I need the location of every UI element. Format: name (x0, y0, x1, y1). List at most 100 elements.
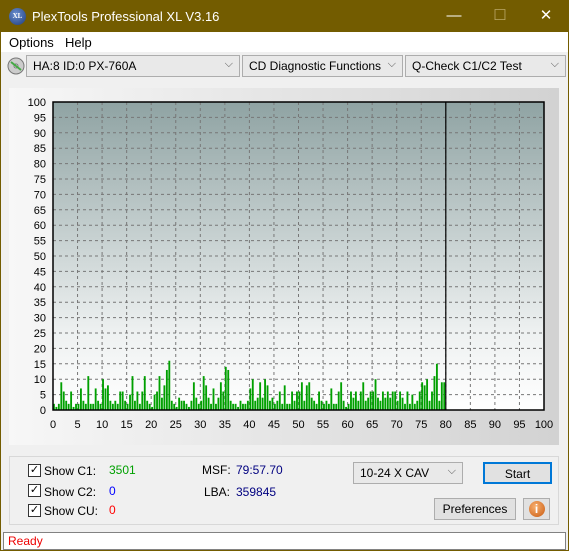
c1-bar (80, 388, 82, 410)
menu-bar: Options Help (1, 32, 568, 52)
minimize-button[interactable]: — (439, 5, 469, 27)
chevron-down-icon: ⌵ (550, 58, 559, 70)
menu-options[interactable]: Options (9, 35, 54, 50)
c1-bar (394, 391, 397, 410)
c1-bar (413, 403, 416, 410)
msf-value: 79:57.70 (236, 463, 283, 477)
c1-bar (178, 397, 181, 410)
c1-bar (183, 400, 185, 410)
c1-bar (421, 382, 424, 410)
info-button[interactable]: i (523, 498, 550, 520)
c1-bar (377, 397, 379, 410)
c1-bar (156, 391, 158, 410)
c1-bar (77, 403, 80, 410)
maximize-button[interactable]: ☐ (485, 5, 515, 27)
c1-bar (143, 376, 146, 410)
c1-bar (264, 379, 266, 410)
c1-bar (195, 397, 198, 410)
x-tick-label: 15 (121, 419, 133, 431)
c1-bar (256, 397, 259, 410)
close-button[interactable]: ✕ (531, 5, 561, 27)
start-button[interactable]: Start (483, 462, 552, 484)
menu-help[interactable]: Help (65, 35, 92, 50)
c1-bar (205, 385, 208, 410)
x-tick-label: 25 (170, 419, 182, 431)
y-tick-label: 5 (40, 390, 46, 402)
c1-bar (153, 394, 156, 410)
x-tick-label: 40 (243, 419, 255, 431)
c1-bar (67, 403, 70, 410)
c1-bar (315, 403, 318, 410)
c1-bar (180, 400, 183, 410)
c1-c2-chart: 0 5 10 15 20 25 30 35 40 45 50 55 60 65 70 75 80 85 90 95 10… (28, 97, 554, 431)
show-cu-checkbox[interactable]: ✓ (28, 504, 41, 517)
c1-bar (283, 385, 286, 410)
x-tick-label: 80 (440, 419, 452, 431)
toolbar: HA:8 ID:0 PX-760A ⌵ CD Diagnostic Functio… (1, 52, 568, 79)
drive-select[interactable]: HA:8 ID:0 PX-760A ⌵ (26, 55, 240, 77)
x-tick-label: 50 (292, 419, 304, 431)
c1-bar (271, 397, 274, 410)
c1-bar (362, 382, 365, 410)
c1-bar (207, 397, 210, 410)
x-tick-label: 35 (219, 419, 231, 431)
function-select[interactable]: CD Diagnostic Functions ⌵ (242, 55, 403, 77)
c1-bar (359, 391, 362, 410)
c1-bar (244, 403, 247, 410)
c1-bar (107, 385, 109, 410)
c1-bar (114, 400, 117, 410)
preferences-button[interactable]: Preferences (434, 498, 516, 520)
c1-bar (261, 397, 264, 410)
c1-bar (109, 400, 112, 410)
y-tick-label: 100 (28, 97, 46, 109)
c1-bar (119, 391, 122, 410)
x-tick-label: 10 (96, 419, 108, 431)
c1-bar (384, 397, 387, 410)
show-cu-label: Show CU: (44, 504, 99, 518)
window-title: PlexTools Professional XL V3.16 (32, 9, 220, 24)
lba-label: LBA: (204, 485, 231, 499)
c1-bar (320, 400, 323, 410)
c1-bar (124, 400, 127, 410)
show-c1-checkbox[interactable]: ✓ (28, 464, 41, 477)
y-tick-label: 20 (34, 343, 46, 355)
c1-bar (318, 391, 320, 410)
c1-bar (185, 403, 188, 410)
c1-bar (254, 400, 257, 410)
x-tick-label: 70 (391, 419, 403, 431)
c1-bar (404, 403, 406, 410)
c1-bar (246, 400, 249, 410)
y-tick-label: 40 (34, 282, 46, 294)
test-select[interactable]: Q-Check C1/C2 Test ⌵ (405, 55, 566, 77)
c1-bar (276, 400, 279, 410)
c1-bar (62, 391, 65, 410)
y-tick-label: 15 (34, 359, 46, 371)
c1-bar (443, 382, 446, 410)
show-c2-checkbox[interactable]: ✓ (28, 484, 41, 497)
show-c1-label: Show C1: (44, 464, 97, 478)
y-tick-label: 65 (34, 205, 46, 217)
c1-bar (227, 369, 230, 410)
c1-bar (129, 394, 131, 410)
c1-bar (202, 376, 205, 410)
c1-bar (134, 400, 136, 410)
x-tick-label: 90 (489, 419, 501, 431)
c1-bar (163, 385, 166, 410)
y-tick-label: 85 (34, 143, 46, 155)
c1-bar (278, 391, 281, 410)
x-tick-label: 55 (317, 419, 329, 431)
c1-bar (84, 403, 87, 410)
c1-bar (426, 379, 429, 410)
c1-bar (281, 403, 284, 410)
y-tick-label: 70 (34, 189, 46, 201)
speed-select[interactable]: 10-24 X CAV ⌵ (353, 462, 463, 484)
c1-bar (347, 403, 350, 410)
c1-bar (418, 391, 421, 410)
c1-bar (99, 403, 102, 410)
chevron-down-icon: ⌵ (224, 58, 233, 70)
y-tick-label: 35 (34, 297, 46, 309)
c1-bar (165, 369, 168, 410)
drive-select-value: HA:8 ID:0 PX-760A (33, 59, 137, 73)
c1-bar (335, 403, 338, 410)
c1-bar (428, 400, 431, 410)
